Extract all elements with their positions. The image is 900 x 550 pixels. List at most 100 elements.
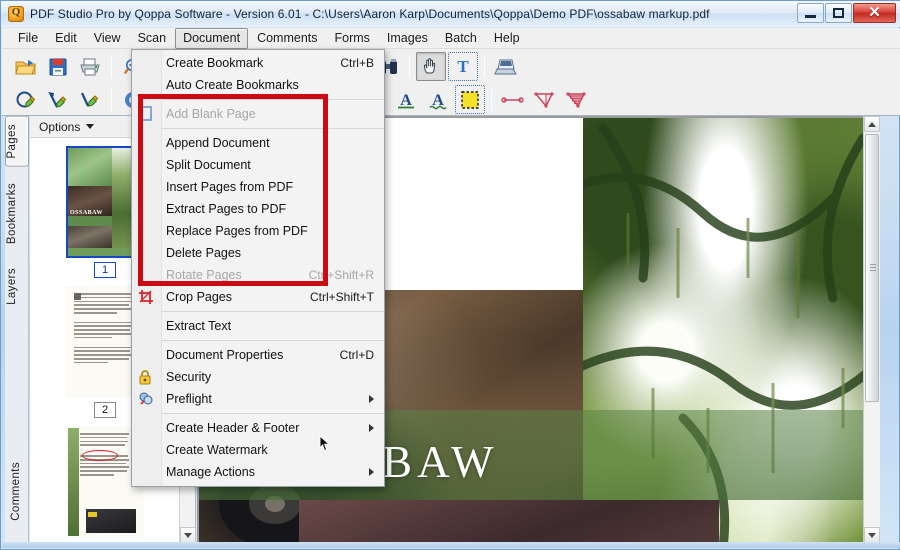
menu-item-label: Replace Pages from PDF: [166, 224, 308, 238]
ellipse-annotation-icon[interactable]: [11, 85, 41, 114]
application-window: PDF Studio Pro by Qoppa Software - Versi…: [0, 0, 900, 550]
menu-item-create-bookmark[interactable]: Create Bookmark Ctrl+B: [132, 52, 384, 74]
menu-scan[interactable]: Scan: [130, 28, 175, 49]
submenu-arrow-icon: [369, 424, 374, 432]
menu-item-append-document[interactable]: Append Document: [132, 132, 384, 154]
menu-item-label: Delete Pages: [166, 246, 242, 260]
page-number-label: 1: [93, 262, 117, 278]
sidebar-tab-strip: Pages Bookmarks Layers Comments: [5, 116, 29, 543]
scroll-down-button[interactable]: [864, 527, 880, 543]
text-select-tool-icon[interactable]: T: [448, 52, 478, 81]
menu-item-label: Crop Pages: [166, 290, 233, 304]
window-controls: ✕: [796, 3, 896, 23]
menu-separator: [162, 413, 384, 414]
menu-item-crop-pages[interactable]: Crop Pages Ctrl+Shift+T: [132, 286, 384, 308]
menu-document[interactable]: Document: [175, 27, 249, 49]
pencil-annotation-icon[interactable]: [75, 85, 105, 114]
menu-item-label: Create Bookmark: [166, 56, 264, 70]
menu-item-auto-create-bookmarks[interactable]: Auto Create Bookmarks: [132, 74, 384, 96]
menu-item-label: Split Document: [166, 158, 251, 172]
scrollbar-thumb[interactable]: [865, 134, 879, 402]
menu-separator: [162, 311, 384, 312]
status-bar: [2, 542, 900, 548]
menu-help[interactable]: Help: [486, 28, 528, 49]
menu-item-label: Append Document: [166, 136, 270, 150]
menu-item-create-header-footer[interactable]: Create Header & Footer: [132, 417, 384, 439]
menu-item-manage-actions[interactable]: Manage Actions: [132, 461, 384, 483]
menu-item-label: Auto Create Bookmarks: [166, 78, 299, 92]
menu-images[interactable]: Images: [379, 28, 436, 49]
menu-item-extract-pages-to-pdf[interactable]: Extract Pages to PDF: [132, 198, 384, 220]
menu-item-label: Security: [166, 370, 212, 384]
print-icon[interactable]: [75, 52, 105, 81]
toolbar-separator: [484, 55, 485, 78]
menu-view[interactable]: View: [86, 28, 129, 49]
menu-item-replace-pages-from-pdf[interactable]: Replace Pages from PDF: [132, 220, 384, 242]
menu-item-label: Create Header & Footer: [166, 421, 300, 435]
scanner-icon[interactable]: [491, 52, 521, 81]
polyline-tool-icon[interactable]: [530, 85, 560, 114]
scroll-up-button[interactable]: [864, 116, 880, 132]
menu-item-insert-pages-from-pdf[interactable]: Insert Pages from PDF: [132, 176, 384, 198]
svg-text:A: A: [400, 92, 412, 109]
menu-file[interactable]: File: [10, 28, 46, 49]
menu-item-extract-text[interactable]: Extract Text: [132, 315, 384, 337]
menu-item-label: Preflight: [166, 392, 212, 406]
sidebar-tab-layers[interactable]: Layers: [5, 260, 29, 313]
menu-item-create-watermark[interactable]: Create Watermark: [132, 439, 384, 461]
menu-item-shortcut: Ctrl+D: [339, 348, 374, 362]
menu-item-label: Add Blank Page: [166, 107, 256, 121]
preflight-icon: [138, 391, 156, 407]
squiggly-text-icon[interactable]: A: [423, 85, 453, 114]
save-file-icon[interactable]: [43, 52, 73, 81]
menu-item-security[interactable]: Security: [132, 366, 384, 388]
line-tool-icon[interactable]: [498, 85, 528, 114]
qoppa-app-icon: [8, 6, 24, 22]
menu-item-label: Insert Pages from PDF: [166, 180, 294, 194]
menu-item-shortcut: Ctrl+Shift+R: [308, 268, 374, 282]
polygon-tool-icon[interactable]: [562, 85, 592, 114]
menu-item-add-blank-page: Add Blank Page: [132, 103, 384, 125]
menu-item-split-document[interactable]: Split Document: [132, 154, 384, 176]
menu-item-label: Extract Text: [166, 319, 232, 333]
toolbar-separator: [111, 88, 112, 111]
sidebar-tab-pages[interactable]: Pages: [5, 116, 29, 167]
arrow-annotation-icon[interactable]: [43, 85, 73, 114]
menu-item-label: Create Watermark: [166, 443, 268, 457]
menu-comments[interactable]: Comments: [249, 28, 325, 49]
hand-tool-icon[interactable]: [416, 52, 446, 81]
submenu-arrow-icon: [369, 468, 374, 476]
minimize-button[interactable]: [797, 3, 824, 23]
restore-button[interactable]: [825, 3, 852, 23]
menu-item-document-properties[interactable]: Document Properties Ctrl+D: [132, 344, 384, 366]
open-file-icon[interactable]: [11, 52, 41, 81]
toolbar-separator: [111, 55, 112, 78]
close-button[interactable]: ✕: [853, 3, 896, 23]
options-button[interactable]: Options: [39, 120, 95, 134]
menu-item-delete-pages[interactable]: Delete Pages: [132, 242, 384, 264]
lock-icon: [138, 369, 156, 385]
submenu-arrow-icon: [369, 395, 374, 403]
title-bar: PDF Studio Pro by Qoppa Software - Versi…: [1, 1, 900, 27]
page-number-label: 2: [93, 402, 117, 418]
document-dropdown-menu[interactable]: Create Bookmark Ctrl+B Auto Create Bookm…: [131, 49, 385, 487]
scroll-down-button[interactable]: [180, 527, 196, 543]
underline-text-icon[interactable]: A: [391, 85, 421, 114]
rectangle-select-icon[interactable]: [455, 85, 485, 114]
sidebar-tab-bookmarks[interactable]: Bookmarks: [5, 175, 29, 252]
menu-separator: [162, 128, 384, 129]
menu-item-label: Document Properties: [166, 348, 284, 362]
menu-separator: [162, 99, 384, 100]
crop-icon: [138, 289, 156, 305]
menu-item-label: Rotate Pages: [166, 268, 242, 282]
menu-edit[interactable]: Edit: [47, 28, 85, 49]
menu-item-preflight[interactable]: Preflight: [132, 388, 384, 410]
menu-item-shortcut: Ctrl+B: [340, 56, 374, 70]
red-circle-annotation: [82, 450, 118, 461]
menu-forms[interactable]: Forms: [327, 28, 378, 49]
document-vertical-scrollbar[interactable]: [863, 116, 880, 543]
menu-separator: [162, 340, 384, 341]
menu-batch[interactable]: Batch: [437, 28, 485, 49]
menu-item-label: Extract Pages to PDF: [166, 202, 287, 216]
toolbar-separator: [491, 88, 492, 111]
